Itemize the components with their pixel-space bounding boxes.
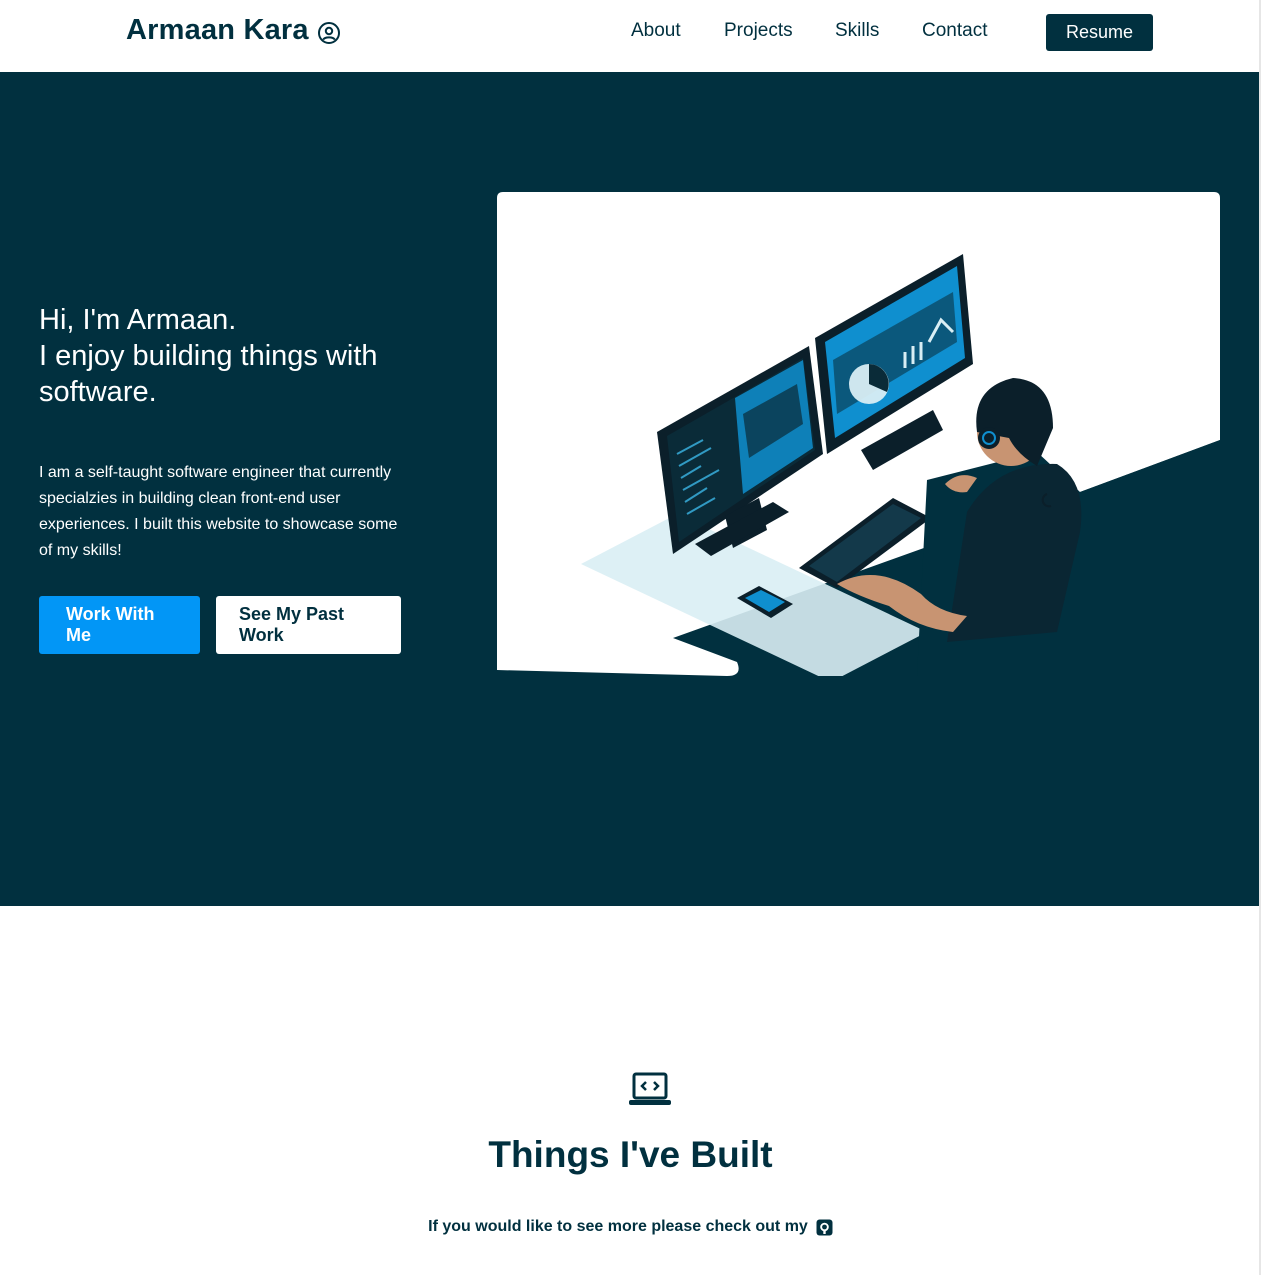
projects-heading: Things I've Built — [488, 1134, 773, 1175]
resume-button[interactable]: Resume — [1046, 14, 1153, 51]
see-past-work-button[interactable]: See My Past Work — [216, 596, 401, 654]
hero-heading: Hi, I'm Armaan. I enjoy building things … — [39, 302, 439, 410]
hero-heading-line1: Hi, I'm Armaan. — [39, 304, 237, 336]
nav-about-link[interactable]: About — [631, 20, 681, 42]
github-icon[interactable] — [816, 1219, 833, 1236]
hero-section: Hi, I'm Armaan. I enjoy building things … — [0, 72, 1261, 906]
nav-skills-link[interactable]: Skills — [835, 20, 879, 42]
projects-subtitle: If you would like to see more please che… — [0, 1218, 1261, 1236]
site-header: Armaan Kara About Projects Skills Contac… — [0, 0, 1261, 72]
nav-contact-link[interactable]: Contact — [922, 20, 987, 42]
hero-description: I am a self-taught software engineer tha… — [39, 464, 398, 559]
projects-subtitle-text: If you would like to see more please che… — [428, 1218, 808, 1235]
laptop-code-icon — [629, 1072, 671, 1105]
hero-heading-line2: I enjoy building things with software. — [39, 340, 378, 408]
nav-projects-link[interactable]: Projects — [724, 20, 793, 42]
work-with-me-button[interactable]: Work With Me — [39, 596, 200, 654]
developer-at-desk-illustration — [497, 192, 1220, 676]
